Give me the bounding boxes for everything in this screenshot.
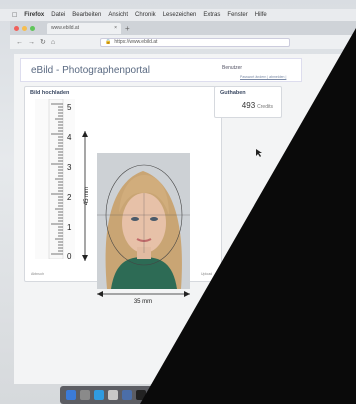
close-tab-icon[interactable]: × <box>114 25 117 31</box>
menu-lesezeichen[interactable]: Lesezeichen <box>163 12 197 18</box>
height-label: 45 mm <box>84 187 90 205</box>
new-tab-button[interactable]: + <box>125 24 130 33</box>
menu-fenster[interactable]: Fenster <box>227 12 247 18</box>
monitor-screen:  Firefox Datei Bearbeiten Ansicht Chron… <box>0 0 356 404</box>
ruler-label-1: 1 <box>67 223 72 232</box>
minimize-window-button[interactable] <box>22 25 27 31</box>
site-title: eBild - Photographenportal <box>31 65 150 76</box>
width-dimension: 35 mm <box>97 291 190 305</box>
back-icon[interactable]: ← <box>16 39 23 46</box>
user-label: Benutzer <box>222 65 243 71</box>
browser-navbar: ← → ↻ ⌂ 🔒 https://www.ebild.at <box>10 35 356 49</box>
safari-icon[interactable] <box>94 390 104 400</box>
upload-panel-title: Bild hochladen <box>30 90 70 96</box>
app-icon[interactable] <box>108 390 118 400</box>
ruler-label-3: 3 <box>67 163 72 172</box>
menu-extras[interactable]: Extras <box>203 12 220 18</box>
menu-firefox[interactable]: Firefox <box>24 12 44 18</box>
credit-value: 493 <box>241 101 256 110</box>
menu-datei[interactable]: Datei <box>51 12 65 18</box>
height-dimension: 45 mm <box>82 131 90 261</box>
launchpad-icon[interactable] <box>80 390 90 400</box>
ruler: 5 4 3 2 1 0 <box>35 99 75 259</box>
url-text: https://www.ebild.at <box>114 39 158 45</box>
mouse-cursor-icon <box>256 149 262 157</box>
window-controls <box>14 25 35 31</box>
user-links[interactable]: Passwort ändern | abmelden | <box>240 75 286 79</box>
dark-app-icon[interactable] <box>136 390 146 400</box>
apple-icon[interactable]:  <box>12 12 17 19</box>
menu-bearbeiten[interactable]: Bearbeiten <box>72 12 101 18</box>
lock-icon: 🔒 <box>105 39 112 45</box>
credit-unit: Credits <box>257 104 273 110</box>
menu-ansicht[interactable]: Ansicht <box>108 12 128 18</box>
ruler-label-0: 0 <box>67 252 72 259</box>
web-page: eBild - Photographenportal Benutzer Pass… <box>14 54 356 384</box>
credit-panel-title: Guthaben <box>220 90 246 96</box>
reload-icon[interactable]: ↻ <box>40 38 46 46</box>
url-bar[interactable]: 🔒 https://www.ebild.at <box>100 37 291 47</box>
forward-icon[interactable]: → <box>28 39 35 46</box>
passport-photo <box>97 153 190 289</box>
portrait-image <box>97 153 190 289</box>
credit-panel: Guthaben 493 Credits <box>214 86 282 118</box>
browser-tabbar: www.ebild.at × + <box>10 21 356 35</box>
zoom-window-button[interactable] <box>30 25 35 31</box>
tab-title: www.ebild.at <box>51 25 80 31</box>
ruler-label-2: 2 <box>67 193 72 202</box>
menu-hilfe[interactable]: Hilfe <box>255 12 267 18</box>
cancel-link[interactable]: Abbruch <box>31 272 44 276</box>
ruler-label-4: 4 <box>67 133 72 142</box>
mac-menubar:  Firefox Datei Bearbeiten Ansicht Chron… <box>0 9 356 21</box>
browser-tab[interactable]: www.ebild.at × <box>47 22 121 34</box>
home-icon[interactable]: ⌂ <box>51 39 55 46</box>
upload-panel: Bild hochladen 5 4 3 2 1 0 45 mm 35 mm A… <box>24 86 222 305</box>
mail-icon[interactable] <box>122 390 132 400</box>
firefox-icon[interactable] <box>150 390 160 400</box>
menu-chronik[interactable]: Chronik <box>135 12 156 18</box>
credit-amount: 493 Credits <box>242 101 273 110</box>
upload-link[interactable]: Upload <box>201 272 212 276</box>
finder-icon[interactable] <box>66 390 76 400</box>
mac-dock <box>60 386 296 404</box>
site-header: eBild - Photographenportal Benutzer Pass… <box>20 58 302 82</box>
width-label: 35 mm <box>134 299 152 305</box>
close-window-button[interactable] <box>14 25 19 31</box>
ruler-label-5: 5 <box>67 103 72 112</box>
